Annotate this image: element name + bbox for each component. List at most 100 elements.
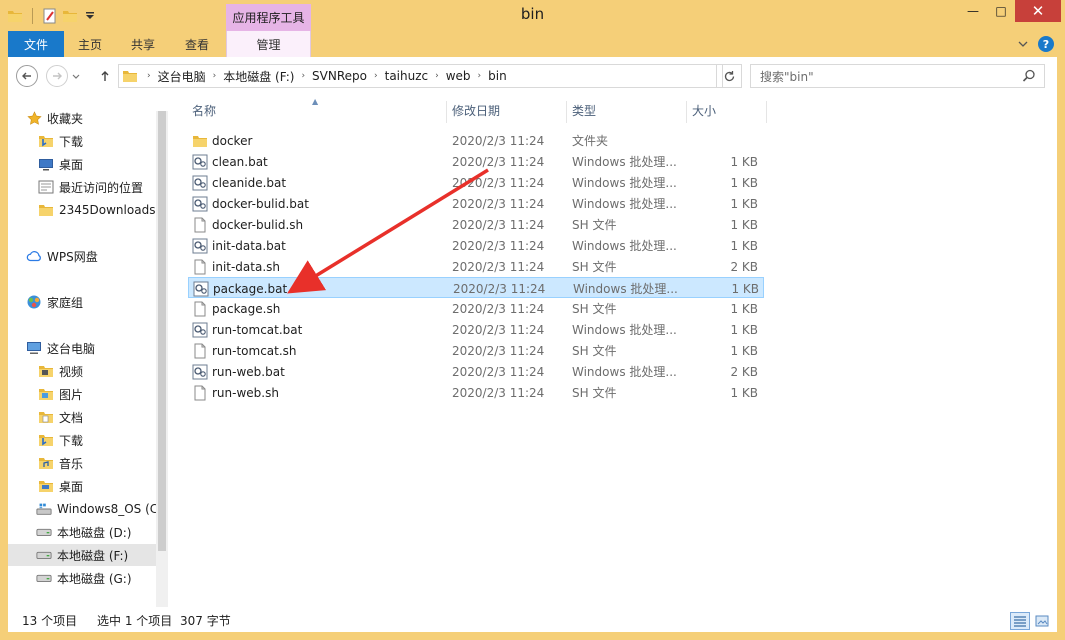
breadcrumb-separator[interactable]: › xyxy=(301,71,305,81)
sidebar-item[interactable]: 文档 xyxy=(8,406,158,428)
file-list: ▲ 名称 修改日期 类型 大小 docker 2020/2/3 11:24 文件夹 c… xyxy=(174,97,1057,607)
breadcrumb-separator[interactable]: › xyxy=(213,71,217,81)
breadcrumb-drive-f[interactable]: 本地磁盘 (F:) xyxy=(223,68,294,85)
back-button[interactable] xyxy=(16,65,38,87)
file-row[interactable]: run-web.sh 2020/2/3 11:24 SH 文件 1 KB xyxy=(188,382,764,403)
os-drive-icon xyxy=(36,501,52,517)
videos-folder-icon xyxy=(38,363,54,379)
search-icon[interactable] xyxy=(1022,69,1036,86)
breadcrumb-separator[interactable]: › xyxy=(147,71,151,81)
sidebar-item[interactable]: 桌面 xyxy=(8,475,158,497)
details-view-button[interactable] xyxy=(1010,612,1030,630)
sidebar-item[interactable]: 本地磁盘 (F:) xyxy=(8,544,158,566)
file-row[interactable]: run-tomcat.sh 2020/2/3 11:24 SH 文件 1 KB xyxy=(188,340,764,361)
sidebar-item[interactable]: WPS网盘 xyxy=(8,245,158,267)
file-size: 1 KB xyxy=(730,196,758,211)
file-row[interactable]: init-data.bat 2020/2/3 11:24 Windows 批处理..… xyxy=(188,235,764,256)
sidebar-item-label: 收藏夹 xyxy=(47,111,84,126)
sidebar-item[interactable]: 下载 xyxy=(8,429,158,451)
file-row[interactable]: init-data.sh 2020/2/3 11:24 SH 文件 2 KB xyxy=(188,256,764,277)
scrollbar-thumb[interactable] xyxy=(158,111,166,551)
help-icon[interactable]: ? xyxy=(1038,36,1054,52)
file-row[interactable]: docker 2020/2/3 11:24 文件夹 xyxy=(188,130,764,151)
large-icons-view-button[interactable] xyxy=(1032,612,1052,630)
sidebar-item-label: 桌面 xyxy=(59,479,84,494)
recent-locations-dropdown[interactable] xyxy=(70,65,82,87)
bat-file-icon xyxy=(192,319,208,340)
file-modified-date: 2020/2/3 11:24 xyxy=(452,196,545,211)
sidebar-item[interactable]: 本地磁盘 (G:) xyxy=(8,567,158,589)
address-bar[interactable]: › 这台电脑 › 本地磁盘 (F:) › SVNRepo › taihuzc ›… xyxy=(118,64,723,88)
file-row[interactable]: docker-bulid.sh 2020/2/3 11:24 SH 文件 1 KB xyxy=(188,214,764,235)
column-divider[interactable] xyxy=(446,101,447,123)
download-folder-icon xyxy=(38,133,54,149)
sidebar-item[interactable]: 这台电脑 xyxy=(8,337,158,359)
column-divider[interactable] xyxy=(766,101,767,123)
breadcrumb-this-pc[interactable]: 这台电脑 xyxy=(158,68,206,85)
quick-access-toolbar xyxy=(6,6,99,26)
breadcrumb-separator[interactable]: › xyxy=(435,71,439,81)
sidebar-item[interactable]: 2345Downloads xyxy=(8,199,158,221)
file-row[interactable]: docker-bulid.bat 2020/2/3 11:24 Windows 批处… xyxy=(188,193,764,214)
forward-button[interactable] xyxy=(46,65,68,87)
breadcrumb-separator[interactable]: › xyxy=(374,71,378,81)
navigation-pane-scrollbar[interactable] xyxy=(156,111,168,607)
folder-icon xyxy=(192,130,208,151)
sidebar-item[interactable]: 下载 xyxy=(8,130,158,152)
breadcrumb-svnrepo[interactable]: SVNRepo xyxy=(312,69,367,83)
tab-share[interactable]: 共享 xyxy=(116,31,170,57)
column-header-type[interactable]: 类型 xyxy=(572,97,687,123)
column-divider[interactable] xyxy=(686,101,687,123)
file-type: SH 文件 xyxy=(572,260,617,274)
maximize-button[interactable]: □ xyxy=(988,0,1014,22)
customize-toolbar-icon[interactable] xyxy=(81,7,99,25)
cloud-icon xyxy=(26,248,42,264)
breadcrumb-web[interactable]: web xyxy=(446,69,471,83)
file-name: cleanide.bat xyxy=(212,175,287,190)
column-header-size[interactable]: 大小 xyxy=(692,97,767,123)
column-header-name[interactable]: 名称 xyxy=(192,97,447,123)
file-row[interactable]: run-tomcat.bat 2020/2/3 11:24 Windows 批处理.… xyxy=(188,319,764,340)
tab-home[interactable]: 主页 xyxy=(64,31,116,57)
refresh-button[interactable] xyxy=(716,64,742,88)
sidebar-item[interactable]: 家庭组 xyxy=(8,291,158,313)
breadcrumb-separator[interactable]: › xyxy=(478,71,482,81)
file-row[interactable]: run-web.bat 2020/2/3 11:24 Windows 批处理... 2… xyxy=(188,361,764,382)
new-folder-icon[interactable] xyxy=(61,7,79,25)
breadcrumb-taihuzc[interactable]: taihuzc xyxy=(385,69,429,83)
sidebar-item[interactable]: 视频 xyxy=(8,360,158,382)
sidebar-item-label: 本地磁盘 (G:) xyxy=(57,571,132,586)
breadcrumb-bin[interactable]: bin xyxy=(488,69,507,83)
file-row[interactable]: package.sh 2020/2/3 11:24 SH 文件 1 KB xyxy=(188,298,764,319)
sidebar-item[interactable]: 最近访问的位置 xyxy=(8,176,158,198)
bat-file-icon xyxy=(193,278,209,299)
toolbar-divider xyxy=(32,8,33,24)
column-divider[interactable] xyxy=(566,101,567,123)
sidebar-item[interactable]: 音乐 xyxy=(8,452,158,474)
file-row[interactable]: package.bat 2020/2/3 11:24 Windows 批处理... 1… xyxy=(188,277,764,298)
expand-ribbon-icon[interactable] xyxy=(1016,37,1030,51)
sidebar-item[interactable]: Windows8_OS (C xyxy=(8,498,158,520)
file-name: clean.bat xyxy=(212,154,268,169)
recent-places-icon xyxy=(38,179,54,195)
tab-file[interactable]: 文件 xyxy=(8,31,64,57)
sidebar-item[interactable]: 图片 xyxy=(8,383,158,405)
properties-icon[interactable] xyxy=(41,7,59,25)
sidebar-item[interactable]: 收藏夹 xyxy=(8,107,158,129)
file-modified-date: 2020/2/3 11:24 xyxy=(452,322,545,337)
column-header-date[interactable]: 修改日期 xyxy=(452,97,567,123)
navigation-pane: 收藏夹 下载 桌面 最近访问的位置 2345Downloads WPS网盘 家庭组 这台电脑视… xyxy=(8,97,166,607)
sidebar-item[interactable]: 本地磁盘 (D:) xyxy=(8,521,158,543)
up-button[interactable] xyxy=(94,65,116,87)
file-size: 1 KB xyxy=(730,175,758,190)
music-folder-icon xyxy=(38,455,54,471)
search-input[interactable]: 搜索"bin" xyxy=(750,64,1045,88)
tab-view[interactable]: 查看 xyxy=(170,31,224,57)
folder-icon[interactable] xyxy=(6,7,24,25)
file-row[interactable]: cleanide.bat 2020/2/3 11:24 Windows 批处理...… xyxy=(188,172,764,193)
tab-manage[interactable]: 管理 xyxy=(226,31,311,57)
file-row[interactable]: clean.bat 2020/2/3 11:24 Windows 批处理... 1 K… xyxy=(188,151,764,172)
minimize-button[interactable]: — xyxy=(958,0,988,22)
close-button[interactable]: ✕ xyxy=(1015,0,1061,22)
sidebar-item[interactable]: 桌面 xyxy=(8,153,158,175)
